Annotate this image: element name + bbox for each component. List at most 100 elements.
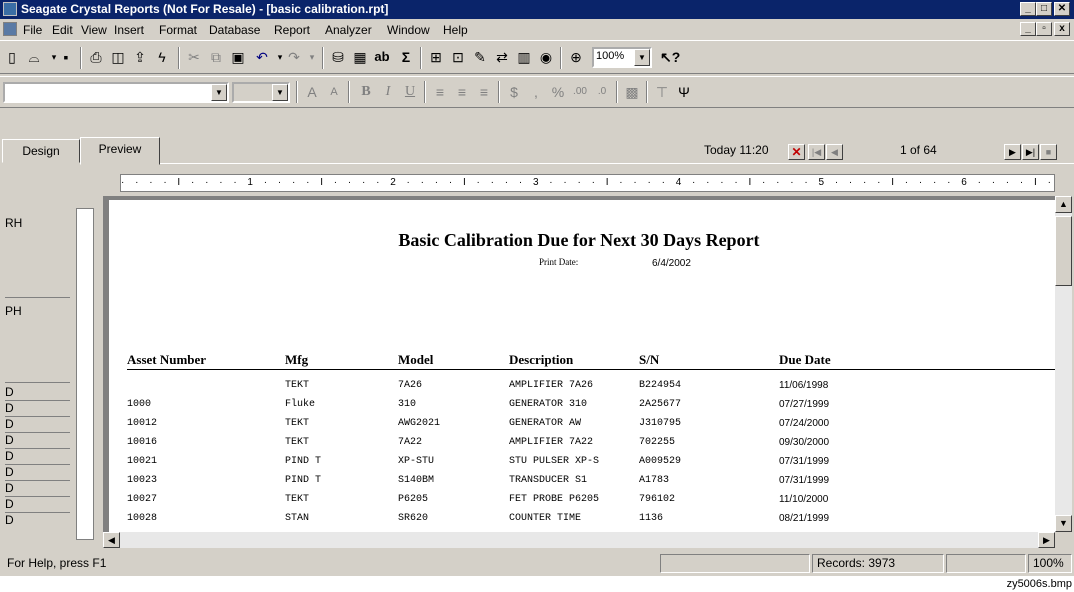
scroll-down-icon[interactable]: ▼ bbox=[1055, 515, 1072, 532]
insert-map-icon[interactable]: ◉ bbox=[536, 47, 556, 67]
menu-help[interactable]: Help bbox=[443, 23, 468, 37]
toolbar-separator bbox=[616, 81, 618, 103]
insert-text-object-icon[interactable]: ab bbox=[372, 47, 392, 67]
select-expert-icon[interactable]: ⇄ bbox=[492, 47, 512, 67]
save-icon[interactable]: ▪ bbox=[56, 47, 76, 67]
thousands-icon[interactable]: , bbox=[526, 82, 546, 102]
insert-table-icon[interactable]: ▦ bbox=[350, 47, 370, 67]
mdi-close-button[interactable]: x bbox=[1054, 22, 1070, 36]
menu-view[interactable]: View bbox=[81, 23, 107, 37]
sn-cell: 796102 bbox=[639, 494, 676, 505]
align-center-icon[interactable]: ≡ bbox=[452, 82, 472, 102]
scroll-right-icon[interactable]: ▶ bbox=[1038, 532, 1055, 548]
mdi-restore-button[interactable]: ▫ bbox=[1036, 22, 1052, 36]
decrease-font-icon[interactable]: A bbox=[324, 82, 344, 102]
undo-icon[interactable]: ↶ bbox=[252, 47, 272, 67]
vertical-ruler bbox=[76, 208, 94, 540]
zoom-select[interactable]: 100% ▼ bbox=[592, 47, 652, 68]
minimize-button[interactable]: _ bbox=[1020, 2, 1036, 16]
print-preview-icon[interactable]: ◫ bbox=[108, 47, 128, 67]
export-icon[interactable]: ⇪ bbox=[130, 47, 150, 67]
italic-icon[interactable]: I bbox=[378, 82, 398, 102]
font-name-select[interactable]: ▼ bbox=[3, 82, 229, 103]
toolbar-separator bbox=[420, 47, 422, 69]
model-cell: S140BM bbox=[398, 475, 435, 486]
object-format-icon[interactable]: ⊤ bbox=[652, 82, 672, 102]
mdi-minimize-button[interactable]: _ bbox=[1020, 22, 1036, 36]
font-size-select[interactable]: ▼ bbox=[232, 82, 290, 103]
due-date-cell: 11/06/1998 bbox=[779, 380, 829, 391]
prev-page-icon[interactable]: ◀ bbox=[826, 144, 843, 160]
model-cell: SR620 bbox=[398, 513, 429, 524]
next-page-icon[interactable]: ▶ bbox=[1004, 144, 1021, 160]
maximize-button[interactable]: □ bbox=[1036, 2, 1052, 16]
menu-database[interactable]: Database bbox=[209, 23, 260, 37]
new-icon[interactable]: ▯ bbox=[2, 47, 22, 67]
align-right-icon[interactable]: ≡ bbox=[474, 82, 494, 102]
column-header: Description bbox=[509, 352, 574, 367]
scroll-left-icon[interactable]: ◀ bbox=[103, 532, 120, 548]
toolbar-separator bbox=[646, 81, 648, 103]
currency-icon[interactable]: $ bbox=[504, 82, 524, 102]
horizontal-scrollbar[interactable]: ◀ ▶ bbox=[103, 532, 1055, 548]
menu-analyzer[interactable]: Analyzer bbox=[325, 23, 372, 37]
stop-page-icon[interactable]: ■ bbox=[1040, 144, 1057, 160]
insert-subreport-icon[interactable]: ⊡ bbox=[448, 47, 468, 67]
find-icon[interactable]: ⊕ bbox=[566, 47, 586, 67]
section-d: D bbox=[5, 449, 14, 463]
app-icon[interactable] bbox=[3, 2, 17, 16]
last-page-icon[interactable]: ▶| bbox=[1022, 144, 1039, 160]
document-icon[interactable] bbox=[3, 22, 17, 36]
increase-decimals-icon[interactable]: .00 bbox=[570, 82, 590, 102]
insert-summary-icon[interactable]: Σ bbox=[396, 47, 416, 67]
insert-group-icon[interactable]: ⊞ bbox=[426, 47, 446, 67]
redo-icon[interactable]: ↷ bbox=[284, 47, 304, 67]
insert-chart-icon[interactable]: ▥ bbox=[514, 47, 534, 67]
chevron-down-icon[interactable]: ▼ bbox=[634, 49, 650, 66]
increase-font-icon[interactable]: A bbox=[302, 82, 322, 102]
model-cell: 310 bbox=[398, 399, 417, 410]
sn-cell: A009529 bbox=[639, 456, 682, 467]
underline-icon[interactable]: U bbox=[400, 82, 420, 102]
tab-preview[interactable]: Preview bbox=[80, 137, 160, 165]
close-button[interactable]: ✕ bbox=[1054, 2, 1070, 16]
open-icon[interactable]: ⌓ bbox=[24, 47, 44, 67]
due-date-cell: 11/10/2000 bbox=[779, 494, 829, 505]
stop-icon[interactable]: ✕ bbox=[788, 144, 805, 160]
paste-icon[interactable]: ▣ bbox=[228, 47, 248, 67]
suppress-icon[interactable]: ▩ bbox=[622, 82, 642, 102]
vertical-scrollbar[interactable]: ▲ ▼ bbox=[1055, 196, 1072, 532]
tools-icon[interactable]: Ψ bbox=[674, 82, 694, 102]
chevron-down-icon[interactable]: ▼ bbox=[211, 84, 227, 101]
toolbar-separator bbox=[560, 47, 562, 69]
column-header: S/N bbox=[639, 352, 660, 367]
first-page-icon[interactable]: |◀ bbox=[808, 144, 825, 160]
refresh-icon[interactable]: ϟ bbox=[152, 47, 172, 67]
redo-dropdown-icon[interactable]: ▾ bbox=[302, 47, 322, 67]
tab-design[interactable]: Design bbox=[2, 139, 80, 163]
menu-file[interactable]: File bbox=[23, 23, 42, 37]
scroll-up-icon[interactable]: ▲ bbox=[1055, 196, 1072, 213]
align-left-icon[interactable]: ≡ bbox=[430, 82, 450, 102]
menu-format[interactable]: Format bbox=[159, 23, 197, 37]
print-icon[interactable]: ⎙ bbox=[86, 47, 106, 67]
percent-icon[interactable]: % bbox=[548, 82, 568, 102]
decrease-decimals-icon[interactable]: .0 bbox=[592, 82, 612, 102]
menu-window[interactable]: Window bbox=[387, 23, 430, 37]
chevron-down-icon[interactable]: ▼ bbox=[272, 84, 288, 101]
title-bar: Seagate Crystal Reports (Not For Resale)… bbox=[0, 0, 1074, 19]
insert-database-field-icon[interactable]: ⛁ bbox=[328, 47, 348, 67]
insert-picture-icon[interactable]: ✎ bbox=[470, 47, 490, 67]
copy-icon[interactable]: ⧉ bbox=[206, 47, 226, 67]
scroll-thumb[interactable] bbox=[1055, 216, 1072, 286]
asset-number-cell: 10012 bbox=[127, 418, 158, 429]
menu-edit[interactable]: Edit bbox=[52, 23, 73, 37]
menu-report[interactable]: Report bbox=[274, 23, 310, 37]
menu-insert[interactable]: Insert bbox=[114, 23, 144, 37]
section-d: D bbox=[5, 433, 14, 447]
due-date-cell: 07/27/1999 bbox=[779, 399, 830, 410]
cut-icon[interactable]: ✂ bbox=[184, 47, 204, 67]
help-pointer-icon[interactable]: ↖? bbox=[660, 47, 680, 67]
bold-icon[interactable]: B bbox=[356, 82, 376, 102]
due-date-cell: 08/21/1999 bbox=[779, 513, 830, 524]
